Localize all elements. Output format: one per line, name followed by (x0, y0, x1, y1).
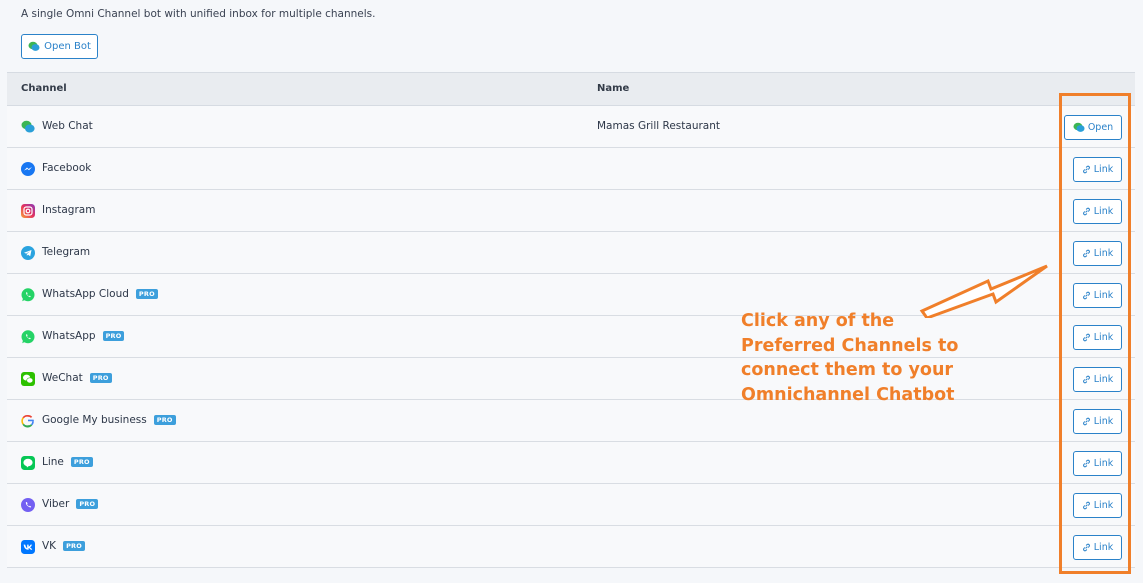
link-icon (1082, 207, 1090, 216)
table-row: Facebook Link (7, 148, 1135, 190)
pro-badge: PRO (153, 415, 176, 425)
webchat-icon (21, 120, 35, 133)
channel-label: Viber (42, 498, 70, 510)
line-icon (21, 456, 35, 470)
pro-badge: PRO (76, 499, 99, 509)
channel-name: Viber PRO (42, 498, 99, 510)
channel-name: WhatsApp PRO (42, 330, 125, 342)
link-label: Link (1093, 164, 1114, 175)
link-channel-button[interactable]: Link (1073, 157, 1122, 182)
pro-badge: PRO (70, 457, 93, 467)
table-row: VK PRO Link (7, 526, 1135, 568)
link-icon (1082, 543, 1090, 552)
open-label: Open (1087, 122, 1114, 133)
table-row: Viber PRO Link (7, 484, 1135, 526)
link-label: Link (1093, 542, 1114, 553)
channel-label: Instagram (42, 204, 96, 216)
table-row: Web Chat Mamas Grill Restaurant Open (7, 106, 1135, 148)
table-row: WhatsApp PRO Link (7, 316, 1135, 358)
wechat-icon (21, 372, 35, 386)
channel-label: VK (42, 540, 57, 552)
channel-name: Line PRO (42, 456, 93, 468)
pro-badge: PRO (135, 289, 158, 299)
viber-icon (21, 498, 35, 512)
webchat-icon (1073, 122, 1085, 132)
link-icon (1082, 501, 1090, 510)
channel-label: WeChat (42, 372, 83, 384)
link-label: Link (1093, 416, 1114, 427)
facebook-messenger-icon (21, 162, 35, 176)
table-row: WeChat PRO Link (7, 358, 1135, 400)
link-channel-button[interactable]: Link (1073, 199, 1122, 224)
table-row: Line PRO Link (7, 442, 1135, 484)
open-bot-label: Open Bot (44, 41, 91, 52)
link-label: Link (1093, 206, 1114, 217)
channel-name: Web Chat (42, 120, 93, 132)
column-header-name: Name (597, 83, 630, 94)
channel-label: Telegram (42, 246, 91, 258)
annotation-line: Click any of the (741, 311, 895, 331)
channel-name: WeChat PRO (42, 372, 112, 384)
whatsapp-icon (21, 288, 35, 302)
link-icon (1082, 165, 1090, 174)
channel-label: Google My business (42, 414, 147, 426)
channel-label: Web Chat (42, 120, 93, 132)
link-icon (1082, 291, 1090, 300)
link-channel-button[interactable]: Link (1073, 325, 1122, 350)
pro-badge: PRO (89, 373, 112, 383)
annotation-line: Preferred Channels to (741, 335, 959, 356)
link-icon (1082, 459, 1090, 468)
channel-label: Facebook (42, 162, 92, 174)
instagram-icon (21, 204, 35, 218)
link-channel-button[interactable]: Link (1073, 283, 1122, 308)
link-channel-button[interactable]: Link (1073, 451, 1122, 476)
channel-name: Google My business PRO (42, 414, 176, 426)
channel-name: Telegram (42, 246, 90, 258)
table-header: Channel Name (7, 73, 1135, 106)
link-channel-button[interactable]: Link (1073, 493, 1122, 518)
link-label: Link (1093, 332, 1114, 343)
annotation-line: Omnichannel Chatbot (741, 384, 955, 405)
link-channel-button[interactable]: Link (1073, 535, 1122, 560)
link-channel-button[interactable]: Link (1073, 367, 1122, 392)
link-label: Link (1093, 248, 1114, 259)
pro-badge: PRO (63, 541, 85, 551)
channel-label: WhatsApp (42, 330, 96, 342)
link-channel-button[interactable]: Link (1073, 241, 1122, 266)
table-row: Instagram Link (7, 190, 1135, 232)
whatsapp-icon (21, 330, 35, 344)
column-header-channel: Channel (21, 83, 67, 94)
channel-name: WhatsApp Cloud PRO (42, 288, 158, 300)
link-icon (1082, 417, 1090, 426)
channels-table: Channel Name Web Chat Mamas Grill Restau… (7, 72, 1135, 568)
pro-badge: PRO (102, 331, 125, 341)
channel-name: VK PRO (42, 540, 85, 552)
channel-label: WhatsApp Cloud (42, 288, 129, 300)
link-icon (1082, 249, 1090, 258)
link-label: Link (1093, 458, 1114, 469)
channel-label: Line (42, 456, 64, 468)
channel-bot-name: Mamas Grill Restaurant (597, 120, 720, 132)
telegram-icon (21, 246, 35, 260)
google-icon (21, 414, 34, 428)
link-label: Link (1093, 290, 1114, 301)
channel-name: Instagram (42, 204, 95, 216)
channel-name: Facebook (42, 162, 91, 174)
webchat-icon (28, 41, 40, 51)
open-bot-button[interactable]: Open Bot (21, 34, 98, 59)
link-channel-button[interactable]: Link (1073, 409, 1122, 434)
link-icon (1082, 333, 1090, 342)
vk-icon (21, 540, 35, 554)
link-icon (1082, 375, 1090, 384)
annotation-text: Click any of the Preferred Channels to c… (741, 309, 958, 407)
page-description: A single Omni Channel bot with unified i… (21, 8, 376, 20)
annotation-line: connect them to your (741, 360, 954, 380)
table-row: Google My business PRO Link (7, 400, 1135, 442)
link-label: Link (1093, 374, 1114, 385)
open-channel-button[interactable]: Open (1064, 115, 1122, 140)
link-label: Link (1093, 500, 1114, 511)
